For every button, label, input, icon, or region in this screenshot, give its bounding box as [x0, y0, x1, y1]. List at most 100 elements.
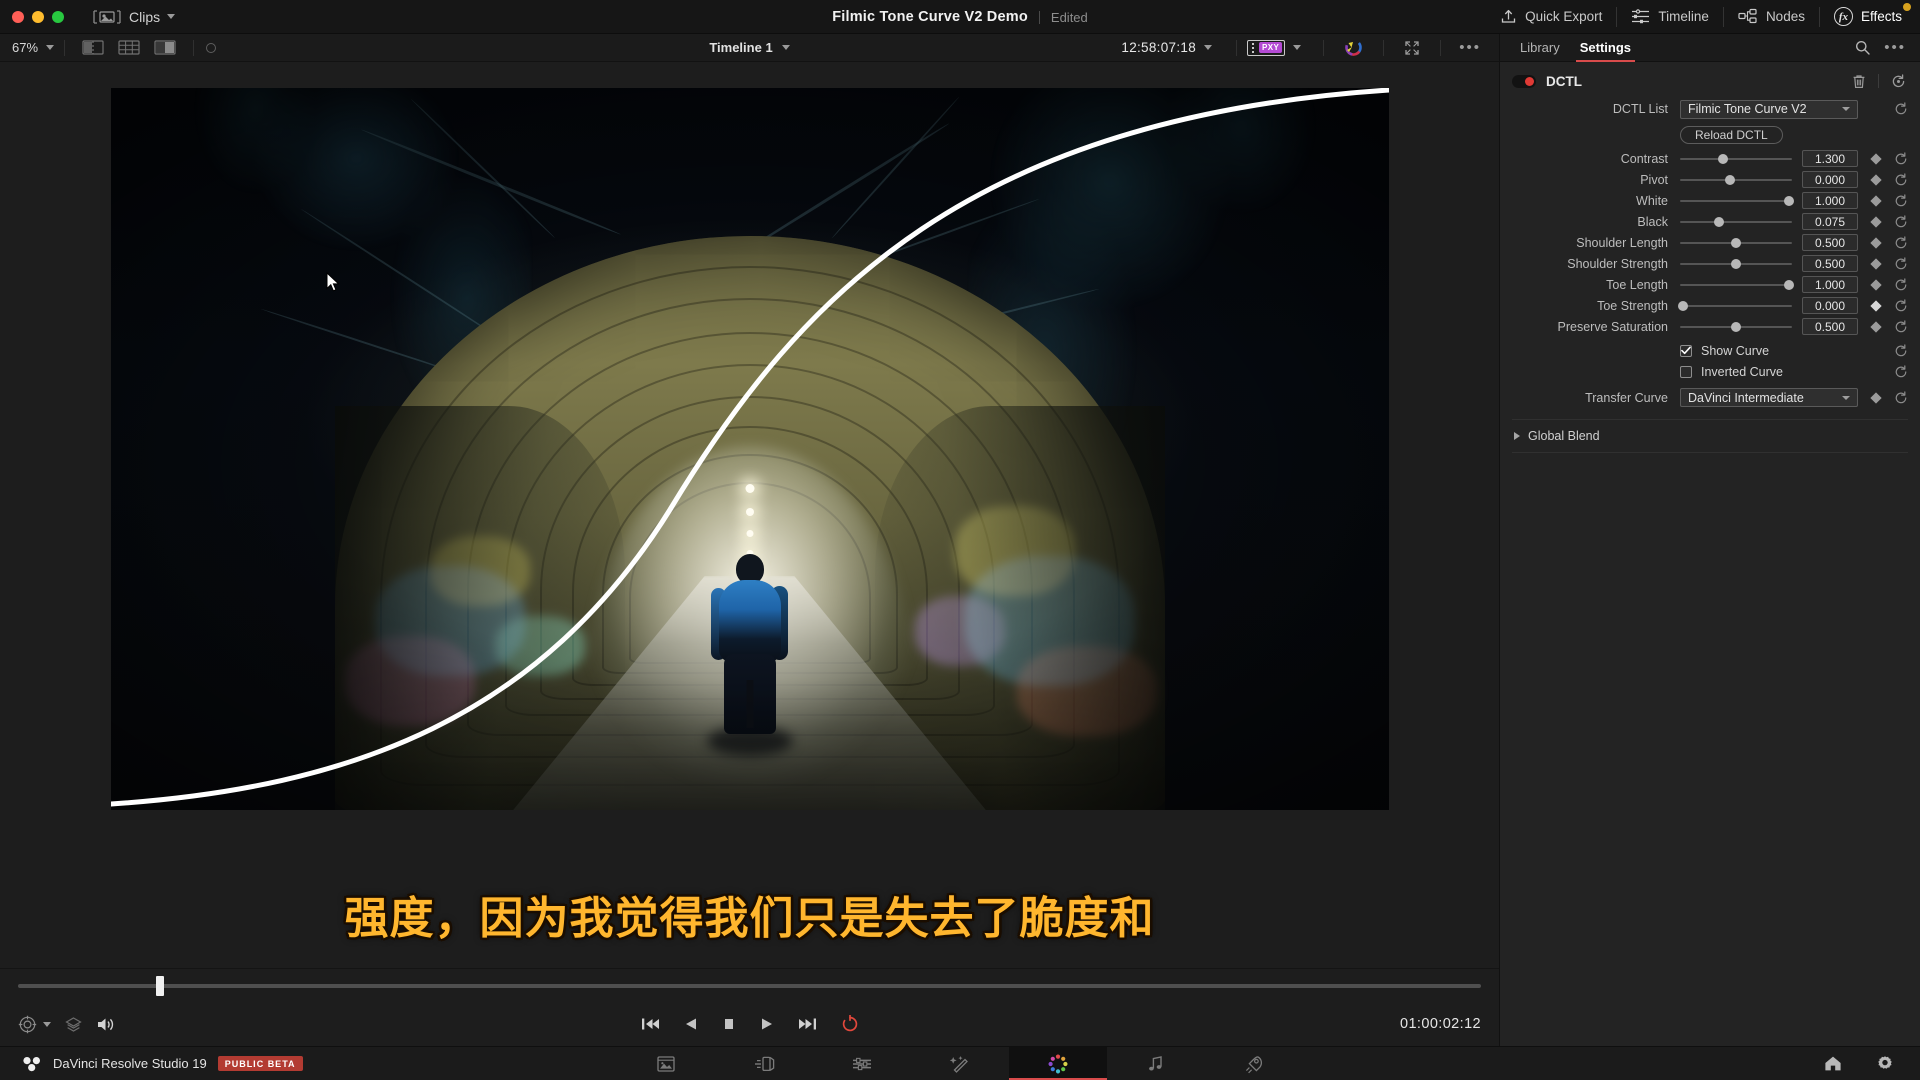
- keyframe-button[interactable]: [1870, 278, 1882, 291]
- reset-icon[interactable]: [1894, 102, 1908, 116]
- inverted-curve-checkbox[interactable]: [1680, 365, 1692, 378]
- wipe-icon[interactable]: [154, 40, 176, 55]
- grid-view-icon[interactable]: [118, 40, 140, 55]
- page-button-cut[interactable]: [715, 1047, 813, 1080]
- reset-icon[interactable]: [1894, 343, 1908, 358]
- maximize-window-button[interactable]: [52, 10, 64, 23]
- color-wheel-icon[interactable]: [1344, 38, 1363, 57]
- param-slider[interactable]: [1678, 298, 1792, 314]
- nodes-button[interactable]: Nodes: [1724, 0, 1819, 34]
- param-value-field[interactable]: 0.500: [1802, 234, 1858, 251]
- fullscreen-icon[interactable]: [1404, 40, 1420, 56]
- param-slider[interactable]: [1680, 256, 1792, 272]
- slider-knob[interactable]: [1783, 195, 1794, 206]
- param-value-field[interactable]: 0.000: [1802, 297, 1858, 314]
- dctl-list-dropdown[interactable]: Filmic Tone Curve V2: [1680, 99, 1858, 119]
- playhead-handle[interactable]: [155, 975, 164, 996]
- param-value-field[interactable]: 0.075: [1802, 213, 1858, 230]
- reset-icon[interactable]: [1894, 193, 1908, 208]
- param-slider[interactable]: [1680, 319, 1792, 335]
- reset-icon[interactable]: [1894, 235, 1908, 250]
- param-slider[interactable]: [1680, 151, 1792, 167]
- more-options-icon[interactable]: •••: [1459, 40, 1481, 55]
- show-curve-checkbox[interactable]: [1680, 344, 1692, 357]
- page-button-deliver[interactable]: [1205, 1047, 1303, 1080]
- onscreen-control-icon[interactable]: [206, 42, 217, 53]
- timeline-button[interactable]: Timeline: [1617, 0, 1723, 34]
- jump-to-start-icon[interactable]: [641, 1016, 660, 1032]
- close-window-button[interactable]: [12, 10, 24, 23]
- param-value-field[interactable]: 1.000: [1802, 276, 1858, 293]
- reset-icon[interactable]: [1894, 214, 1908, 229]
- video-viewer[interactable]: [0, 62, 1499, 860]
- proxy-mode-button[interactable]: PXY: [1247, 39, 1286, 56]
- reset-icon[interactable]: [1894, 390, 1908, 405]
- play-icon[interactable]: [760, 1016, 774, 1032]
- stop-icon[interactable]: [722, 1016, 736, 1032]
- split-screen-icon[interactable]: [82, 40, 104, 55]
- step-back-icon[interactable]: [684, 1016, 698, 1032]
- scrubber-track[interactable]: [18, 975, 1481, 996]
- keyframe-button[interactable]: [1870, 215, 1882, 228]
- reset-icon[interactable]: [1894, 151, 1908, 166]
- page-button-fusion[interactable]: [911, 1047, 1009, 1080]
- reset-icon[interactable]: [1894, 277, 1908, 292]
- param-slider[interactable]: [1680, 235, 1792, 251]
- keyframe-button[interactable]: [1870, 173, 1882, 186]
- slider-knob[interactable]: [1717, 153, 1728, 164]
- effect-enable-toggle[interactable]: [1512, 74, 1536, 88]
- reset-icon[interactable]: [1894, 298, 1908, 313]
- zoom-level-selector[interactable]: 67%: [0, 40, 55, 55]
- param-value-field[interactable]: 0.000: [1802, 171, 1858, 188]
- keyframe-button[interactable]: [1870, 299, 1882, 312]
- param-slider[interactable]: [1680, 172, 1792, 188]
- reset-all-icon[interactable]: [1891, 73, 1906, 89]
- search-icon[interactable]: [1855, 40, 1870, 55]
- keyframe-button[interactable]: [1870, 391, 1882, 404]
- transfer-curve-dropdown[interactable]: DaVinci Intermediate: [1680, 388, 1858, 407]
- slider-knob[interactable]: [1731, 321, 1741, 332]
- chevron-down-icon[interactable]: [1204, 45, 1213, 50]
- keyframe-button[interactable]: [1870, 236, 1882, 249]
- slider-knob[interactable]: [1714, 216, 1725, 227]
- reload-dctl-button[interactable]: Reload DCTL: [1680, 126, 1783, 144]
- page-button-media[interactable]: [617, 1047, 715, 1080]
- chevron-down-icon[interactable]: [1293, 45, 1302, 50]
- loop-icon[interactable]: [841, 1015, 859, 1033]
- slider-knob[interactable]: [1731, 237, 1741, 248]
- keyframe-button[interactable]: [1870, 194, 1882, 207]
- param-slider[interactable]: [1680, 214, 1792, 230]
- window-controls[interactable]: [0, 10, 64, 23]
- tab-settings[interactable]: Settings: [1570, 34, 1641, 62]
- tab-library[interactable]: Library: [1510, 34, 1570, 62]
- slider-knob[interactable]: [1783, 279, 1794, 290]
- param-value-field[interactable]: 1.300: [1802, 150, 1858, 167]
- keyframe-button[interactable]: [1870, 152, 1882, 165]
- more-options-icon[interactable]: •••: [1884, 40, 1906, 55]
- reset-icon[interactable]: [1894, 172, 1908, 187]
- keyframe-button[interactable]: [1870, 320, 1882, 333]
- global-blend-section[interactable]: Global Blend: [1500, 420, 1920, 443]
- jump-to-end-icon[interactable]: [798, 1016, 817, 1032]
- slider-knob[interactable]: [1725, 174, 1736, 185]
- clips-menu[interactable]: Clips: [92, 9, 176, 25]
- reset-icon[interactable]: [1894, 364, 1908, 379]
- trash-icon[interactable]: [1852, 74, 1866, 89]
- param-slider[interactable]: [1680, 193, 1794, 209]
- page-button-fairlight[interactable]: [1107, 1047, 1205, 1080]
- param-value-field[interactable]: 0.500: [1802, 255, 1858, 272]
- param-value-field[interactable]: 0.500: [1802, 318, 1858, 335]
- slider-knob[interactable]: [1731, 258, 1741, 269]
- scrubber-area[interactable]: [0, 968, 1499, 1002]
- page-button-edit[interactable]: [813, 1047, 911, 1080]
- minimize-window-button[interactable]: [32, 10, 44, 23]
- page-button-color[interactable]: [1009, 1046, 1107, 1080]
- reset-icon[interactable]: [1894, 319, 1908, 334]
- reset-icon[interactable]: [1894, 256, 1908, 271]
- slider-knob[interactable]: [1678, 300, 1689, 311]
- keyframe-button[interactable]: [1870, 257, 1882, 270]
- param-slider[interactable]: [1680, 277, 1794, 293]
- param-value-field[interactable]: 1.000: [1802, 192, 1858, 209]
- effects-button[interactable]: fx Effects: [1820, 0, 1916, 34]
- quick-export-button[interactable]: Quick Export: [1486, 0, 1616, 34]
